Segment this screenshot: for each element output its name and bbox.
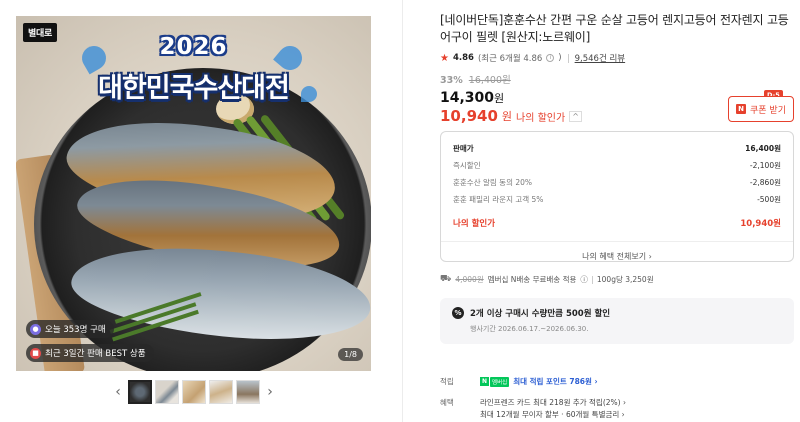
max-points-link[interactable]: 최대 적립 포인트 786원 ›	[513, 376, 597, 387]
percent-icon: %	[452, 307, 464, 319]
coupon-button-label: 쿠폰 받기	[750, 105, 786, 116]
event-year-text: 2026	[159, 34, 228, 60]
points-label: 적립	[440, 377, 454, 386]
promo-period: 행사기간 2026.06.17.~2026.06.30.	[470, 325, 589, 333]
rating-score: 4.86	[452, 53, 474, 63]
card-benefit-lines: 라인프렌즈 카드 최대 218원 추가 적립(2%) › 최대 12개월 무이자…	[480, 397, 626, 421]
unit-price: 100g당 3,250원	[596, 275, 654, 284]
thumbnail-strip: ‹ ›	[111, 380, 277, 404]
breakdown-value: -2,100원	[749, 161, 781, 170]
promo-title-row: % 2개 이상 구매시 수량만큼 500원 할인	[452, 307, 782, 319]
thumbnail-image	[210, 381, 232, 403]
best-seller-text: 최근 3일간 판매 BEST 상품	[45, 349, 146, 359]
price-breakdown-box: 판매가 16,400원 즉시할인 -2,100원 훈훈수산 알림 동의 20% …	[440, 131, 794, 262]
my-price-label: 나의 할인가	[516, 112, 566, 124]
card-benefit-line[interactable]: 최대 12개월 무이자 할부 · 60개월 특별금리 ›	[480, 409, 626, 421]
thumbnail-2[interactable]	[155, 380, 179, 404]
original-price-row: 33% 16,400원	[440, 72, 790, 86]
quantity-promo-box: % 2개 이상 구매시 수량만큼 500원 할인 행사기간 2026.06.17…	[440, 298, 794, 344]
naver-plus-membership-icon: N 멤버십	[480, 376, 510, 387]
card-benefit-row: 혜택 라인프렌즈 카드 최대 218원 추가 적립(2%) › 최대 12개월 …	[440, 397, 626, 421]
gift-icon: ■	[30, 347, 41, 359]
product-main-image[interactable]: 별대로 2026 대한민국수산대전 ● 오늘 353명 구매 ■ 최근 3일간 …	[16, 16, 371, 371]
coupon-button[interactable]: N 쿠폰 받기	[728, 96, 794, 122]
membership-badge: 멤버십	[490, 376, 510, 387]
thumbnail-next-button[interactable]: ›	[263, 380, 277, 404]
view-all-benefits-link[interactable]: 나의 혜택 전체보기 ›	[453, 242, 781, 272]
breakdown-label: 훈훈 패밀리 라운지 고객 5%	[453, 195, 544, 204]
chevron-up-icon[interactable]: ^	[569, 110, 582, 122]
breakdown-my-price-label: 나의 할인가	[453, 218, 496, 229]
breakdown-row: 훈훈 패밀리 라운지 고객 5% -500원	[453, 191, 781, 208]
shipping-row: ⛟ 4,000원 멤버십 N배송 무료배송 적용 ⓘ 100g당 3,250원	[440, 274, 654, 285]
breakdown-label: 즉시할인	[453, 161, 481, 170]
original-price: 16,400원	[468, 75, 511, 86]
my-price: 10,940	[440, 107, 498, 125]
sale-price-unit: 원	[494, 92, 505, 105]
breakdown-my-price-value: 10,940원	[740, 218, 781, 229]
rating-row: ★ 4.86 (최근 6개월 4.86 i ) 9,546건 리뷰	[440, 52, 790, 65]
breakdown-row: 판매가 16,400원	[453, 140, 781, 157]
thumbnail-1[interactable]	[128, 380, 152, 404]
thumbnail-4[interactable]	[209, 380, 233, 404]
shipping-text: 멤버십 N배송 무료배송 적용	[487, 275, 577, 284]
review-count-link[interactable]: 9,546건 리뷰	[575, 52, 626, 64]
breakdown-row: 훈훈수산 알림 동의 20% -2,860원	[453, 174, 781, 191]
thumbnail-image	[156, 381, 178, 403]
shipping-info-icon[interactable]: ⓘ	[580, 274, 588, 285]
thumbnail-prev-button[interactable]: ‹	[111, 380, 125, 404]
thumbnail-3[interactable]	[182, 380, 206, 404]
rating-detail-close: )	[558, 53, 562, 63]
thumbnail-image	[183, 381, 205, 403]
sale-price: 14,300	[440, 90, 495, 106]
best-seller-badge: ■ 최근 3일간 판매 BEST 상품	[26, 344, 154, 362]
points-benefit-row: 적립 N 멤버십 최대 적립 포인트 786원 ›	[440, 376, 598, 387]
discount-percent: 33%	[440, 75, 463, 86]
naver-n-icon: N	[480, 377, 490, 386]
card-benefit-label: 혜택	[440, 398, 454, 407]
today-purchase-text: 오늘 353명 구매	[45, 325, 106, 335]
breakdown-value: 16,400원	[745, 144, 781, 153]
rating-detail: (최근 6개월 4.86	[477, 54, 543, 64]
card-benefit-line[interactable]: 라인프렌즈 카드 최대 218원 추가 적립(2%) ›	[480, 397, 626, 409]
product-title: [네이버단독]훈훈수산 간편 구운 순살 고등어 렌지고등어 전자렌지 고등어구…	[440, 13, 789, 44]
shipping-original-fee: 4,000원	[455, 275, 484, 284]
info-icon[interactable]: i	[546, 54, 555, 62]
thumbnail-image	[237, 381, 259, 403]
thumbnail-5[interactable]	[236, 380, 260, 404]
thumbnail-image	[130, 382, 150, 402]
breakdown-my-price-row: 나의 할인가 10,940원	[453, 214, 781, 231]
breakdown-row: 즉시할인 -2,100원	[453, 157, 781, 174]
event-title-text: 대한민국수산대전	[98, 73, 290, 104]
separator	[591, 275, 593, 284]
breakdown-label: 판매가	[453, 144, 474, 153]
star-icon: ★	[440, 52, 449, 64]
my-price-unit: 원	[501, 110, 513, 123]
promo-title: 2개 이상 구매시 수량만큼 500원 할인	[470, 309, 611, 319]
truck-icon: ⛟	[440, 274, 452, 284]
breakdown-value: -500원	[757, 195, 781, 204]
naver-n-icon: N	[736, 104, 746, 114]
image-counter: 1/8	[338, 348, 363, 361]
breakdown-label: 훈훈수산 알림 동의 20%	[453, 178, 533, 187]
separator	[567, 53, 569, 63]
bag-icon: ●	[30, 323, 41, 335]
column-divider	[402, 0, 403, 422]
breakdown-value: -2,860원	[749, 178, 781, 187]
today-purchase-badge: ● 오늘 353명 구매	[26, 320, 114, 338]
